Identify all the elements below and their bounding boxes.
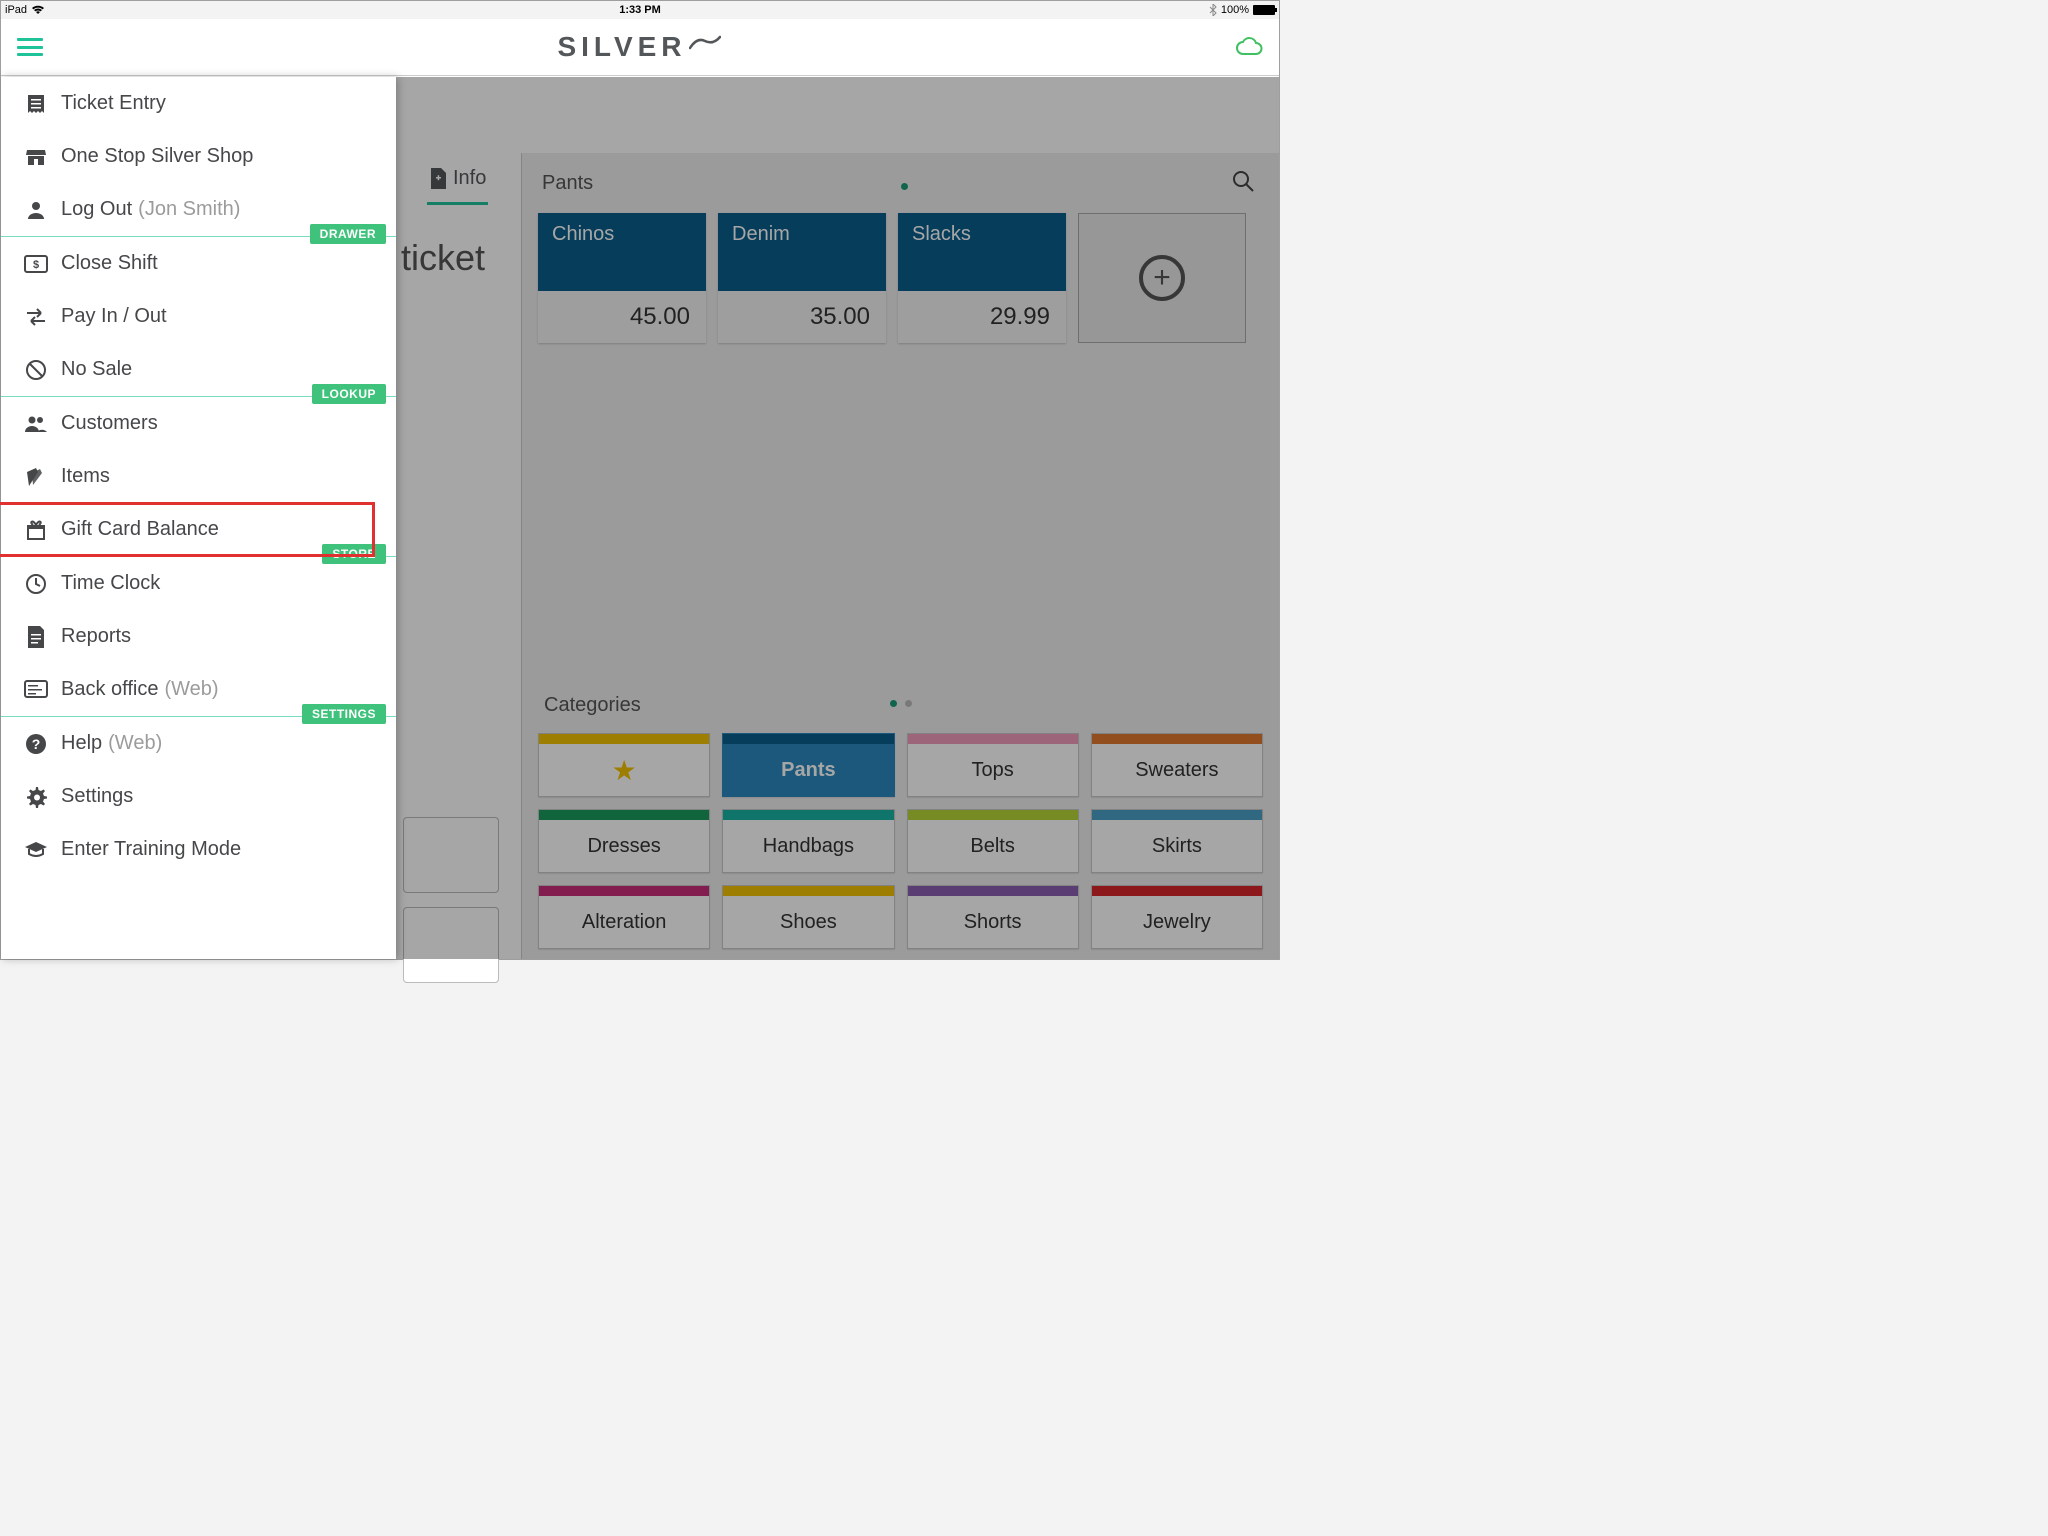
sidebar-item-label: Log Out	[61, 198, 132, 221]
battery-icon	[1253, 5, 1275, 15]
hamburger-menu-button[interactable]	[17, 38, 43, 56]
wifi-icon	[31, 5, 45, 15]
sidebar-menu: Ticket Entry One Stop Silver Shop Log Out (…	[1, 77, 396, 959]
app-header: SILVER	[1, 19, 1279, 76]
sidebar-item-label: Close Shift	[61, 252, 158, 275]
sidebar-item-label: Customers	[61, 412, 158, 435]
gear-icon	[19, 786, 53, 808]
backoffice-icon	[19, 680, 53, 700]
gift-icon	[19, 519, 53, 541]
sidebar-item-label: Ticket Entry	[61, 92, 166, 115]
sidebar-item-customers[interactable]: Customers	[1, 397, 396, 450]
user-icon	[19, 199, 53, 221]
sidebar-item-sublabel: (Web)	[108, 732, 162, 755]
training-icon	[19, 841, 53, 859]
brand-logo: SILVER	[557, 31, 720, 63]
clock-icon	[19, 573, 53, 595]
items-icon	[19, 466, 53, 488]
sidebar-item-close-shift[interactable]: $ Close Shift	[1, 237, 396, 290]
report-icon	[19, 625, 53, 649]
sidebar-item-label: Help	[61, 732, 102, 755]
help-icon: ?	[19, 733, 53, 755]
sidebar-item-label: Enter Training Mode	[61, 838, 241, 861]
svg-text:?: ?	[32, 736, 41, 752]
sidebar-item-label: No Sale	[61, 358, 132, 381]
store-icon	[19, 146, 53, 168]
sidebar-item-label: Reports	[61, 625, 131, 648]
device-label: iPad	[5, 4, 27, 16]
sidebar-item-help[interactable]: ? Help (Web)	[1, 717, 396, 770]
sidebar-item-label: Back office	[61, 678, 158, 701]
sidebar-item-ticket-entry[interactable]: Ticket Entry	[1, 77, 396, 130]
status-time: 1:33 PM	[619, 4, 661, 16]
sidebar-item-label: One Stop Silver Shop	[61, 145, 253, 168]
customers-icon	[19, 415, 53, 433]
sidebar-item-label: Settings	[61, 785, 133, 808]
svg-text:$: $	[33, 259, 39, 271]
status-bar: iPad 1:33 PM 100%	[1, 1, 1279, 19]
sidebar-item-label: Gift Card Balance	[61, 518, 219, 541]
sidebar-item-label: Time Clock	[61, 572, 160, 595]
sidebar-item-sublabel: (Web)	[164, 678, 218, 701]
sidebar-item-items[interactable]: Items	[1, 450, 396, 503]
sidebar-item-sublabel: (Jon Smith)	[138, 198, 240, 221]
sidebar-item-label: Pay In / Out	[61, 305, 167, 328]
cloud-status-icon[interactable]	[1235, 37, 1263, 57]
sidebar-item-label: Items	[61, 465, 110, 488]
sidebar-item-reports[interactable]: Reports	[1, 610, 396, 663]
battery-pct: 100%	[1221, 4, 1249, 16]
bluetooth-icon	[1209, 4, 1217, 16]
nosale-icon	[19, 359, 53, 381]
swap-icon	[19, 308, 53, 326]
sidebar-item-pay-in-out[interactable]: Pay In / Out	[1, 290, 396, 343]
sidebar-item-time-clock[interactable]: Time Clock	[1, 557, 396, 610]
sidebar-item-one-stop-silver-shop[interactable]: One Stop Silver Shop	[1, 130, 396, 183]
cash-icon: $	[19, 255, 53, 273]
sidebar-item-enter-training-mode[interactable]: Enter Training Mode	[1, 823, 396, 876]
sidebar-item-settings[interactable]: Settings	[1, 770, 396, 823]
receipt-icon	[19, 93, 53, 115]
